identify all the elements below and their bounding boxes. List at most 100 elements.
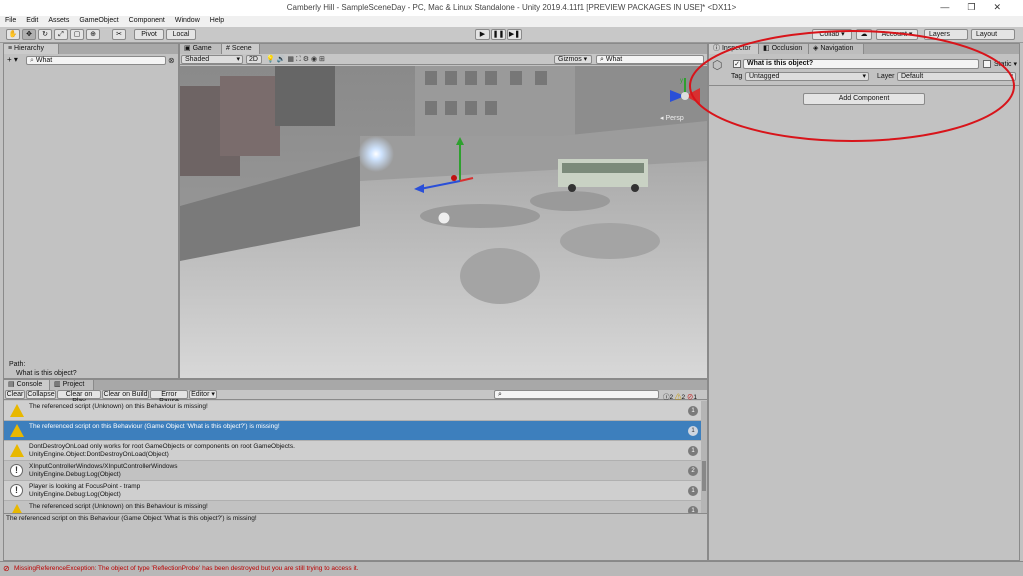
console-log-row[interactable]: ! Player is looking at FocusPoint - tramp…	[4, 481, 704, 501]
building	[220, 76, 280, 156]
pivot-toggle[interactable]: Pivot	[134, 29, 164, 40]
shadow	[530, 191, 610, 211]
rect-tool-icon[interactable]: ▢	[70, 29, 84, 40]
tab-scene[interactable]: # Scene	[222, 44, 260, 54]
shading-dropdown[interactable]: Shaded ▾	[181, 55, 243, 64]
mode-2d-label: 2D	[249, 56, 258, 63]
console-log-text: The referenced script (Unknown) on this …	[29, 503, 208, 511]
tab-game[interactable]: ▣ Game	[180, 44, 222, 54]
console-log-row[interactable]: The referenced script on this Behaviour …	[4, 421, 704, 441]
hand-tool-icon[interactable]: ✋	[6, 29, 20, 40]
console-log-row[interactable]: DontDestroyOnLoad only works for root Ga…	[4, 441, 704, 461]
log-stacktrace: UnityEngine.Object:DontDestroyOnLoad(Obj…	[29, 451, 169, 458]
play-button[interactable]: ▶	[475, 29, 490, 40]
minimize-icon[interactable]: —	[940, 2, 967, 12]
console-log-text: DontDestroyOnLoad only works for root Ga…	[29, 443, 295, 459]
collapse-button[interactable]: Collapse	[26, 390, 56, 399]
light-probe-glow	[358, 136, 394, 172]
menu-component[interactable]: Component	[124, 16, 170, 24]
log-count-badge: 1	[688, 426, 698, 436]
error-pause-button[interactable]: Error Pause	[150, 390, 188, 405]
gizmos-dropdown[interactable]: Gizmos ▾	[554, 55, 592, 64]
status-message[interactable]: MissingReferenceException: The object of…	[14, 565, 359, 572]
close-icon[interactable]: ✕	[993, 2, 1019, 12]
chevron-down-icon: ▾	[236, 56, 240, 63]
menu-gameobject[interactable]: GameObject	[74, 16, 123, 24]
window-controls[interactable]: —❐✕	[940, 2, 1019, 13]
window-title: Camberly Hill - SampleSceneDay - PC, Mac…	[286, 3, 737, 12]
mode-2d-toggle[interactable]: 2D	[246, 55, 262, 64]
move-tool-icon[interactable]: ✥	[22, 29, 36, 40]
editor-dropdown[interactable]: Editor ▾	[189, 390, 217, 399]
building	[275, 66, 335, 126]
hierarchy-add-button[interactable]: + ▾	[7, 55, 18, 64]
menu-window[interactable]: Window	[170, 16, 205, 24]
log-message: XInputControllerWindows/XInputController…	[29, 463, 178, 470]
error-count: 1	[693, 394, 697, 401]
tab-scene-label: Scene	[231, 45, 252, 52]
wheel	[568, 184, 576, 192]
shading-label: Shaded	[185, 56, 210, 63]
pause-button[interactable]: ❚❚	[491, 29, 506, 40]
tab-console-label: Console	[16, 381, 43, 388]
rotate-tool-icon[interactable]: ↻	[38, 29, 52, 40]
maximize-icon[interactable]: ❐	[967, 2, 993, 12]
focus-sphere	[437, 211, 451, 225]
error-icon: ⊘	[3, 564, 10, 573]
scene-tool-icons[interactable]: 💡 🔊 ▦ ⛶ ⚙ ◉ ⊞	[266, 55, 325, 64]
log-counts[interactable]: ⓘ2 ⚠2 ⊘1	[663, 391, 697, 401]
window-glyph	[485, 101, 497, 115]
console-scrollbar[interactable]	[701, 401, 707, 513]
warning-triangle	[10, 444, 24, 457]
console-log-row[interactable]: The referenced script (Unknown) on this …	[4, 401, 704, 421]
console-search-input[interactable]: ⌕	[494, 390, 659, 399]
tab-project[interactable]: ▥ Project	[50, 380, 94, 390]
console-log-row[interactable]: The referenced script (Unknown) on this …	[4, 501, 704, 513]
transform-tool-icon[interactable]: ⊕	[86, 29, 100, 40]
collapse-label: Collapse	[27, 391, 55, 398]
log-count-badge: 2	[688, 466, 698, 476]
console-log-text: The referenced script (Unknown) on this …	[29, 403, 208, 411]
console-log-row[interactable]: ! XInputControllerWindows/XInputControlle…	[4, 461, 704, 481]
log-message: The referenced script (Unknown) on this …	[29, 503, 208, 510]
object-marker	[451, 175, 457, 181]
log-message: Player is looking at FocusPoint - tramp	[29, 483, 141, 490]
clear-button[interactable]: Clear	[5, 390, 25, 399]
info-circle: !	[10, 464, 23, 477]
window-glyph	[445, 71, 457, 85]
scene-viewport[interactable]	[180, 66, 707, 378]
warning-icon	[10, 444, 24, 458]
menu-help[interactable]: Help	[205, 16, 229, 24]
log-stacktrace: UnityEngine.Debug:Log(Object)	[29, 471, 121, 478]
console-panel: ▤ Console ▥ Project Clear Collapse Clear…	[3, 379, 708, 561]
warning-triangle	[10, 424, 24, 437]
tab-console[interactable]: ▤ Console	[4, 380, 50, 390]
log-count-badge: 1	[688, 486, 698, 496]
tab-project-label: Project	[62, 381, 85, 388]
menu-edit[interactable]: Edit	[21, 16, 43, 24]
menu-assets[interactable]: Assets	[43, 16, 74, 24]
local-toggle[interactable]: Local	[166, 29, 196, 40]
warning-icon	[10, 424, 24, 438]
clear-on-build-button[interactable]: Clear on Build	[102, 390, 149, 399]
menu-file[interactable]: File	[0, 16, 21, 24]
step-button[interactable]: ▶❚	[507, 29, 522, 40]
clear-on-play-button[interactable]: Clear on Play	[57, 390, 101, 405]
scrollbar-thumb[interactable]	[702, 461, 706, 491]
status-bar: ⊘ MissingReferenceException: The object …	[0, 561, 1023, 576]
console-log-text: Player is looking at FocusPoint - tramp U…	[29, 483, 140, 499]
log-message: The referenced script (Unknown) on this …	[29, 403, 208, 410]
console-detail-text: The referenced script on this Behaviour …	[6, 515, 257, 522]
custom-tool-icon[interactable]: ✂	[112, 29, 126, 40]
console-log-text: XInputControllerWindows/XInputController…	[29, 463, 177, 479]
log-message: The referenced script on this Behaviour …	[29, 423, 280, 430]
tab-hierarchy[interactable]: ≡ Hierarchy	[4, 44, 59, 54]
window-glyph	[465, 71, 477, 85]
divider	[4, 513, 707, 514]
info-count: 2	[669, 394, 674, 401]
clear-search-icon[interactable]: ⊗	[168, 56, 175, 65]
console-tabstrip: ▤ Console ▥ Project	[4, 380, 707, 390]
scale-tool-icon[interactable]: ⤢	[54, 29, 68, 40]
hierarchy-search-input[interactable]: ⌕ What	[26, 56, 166, 65]
hierarchy-panel: ≡ Hierarchy + ▾ ⌕ What ⊗ Path: What is t…	[3, 43, 179, 379]
